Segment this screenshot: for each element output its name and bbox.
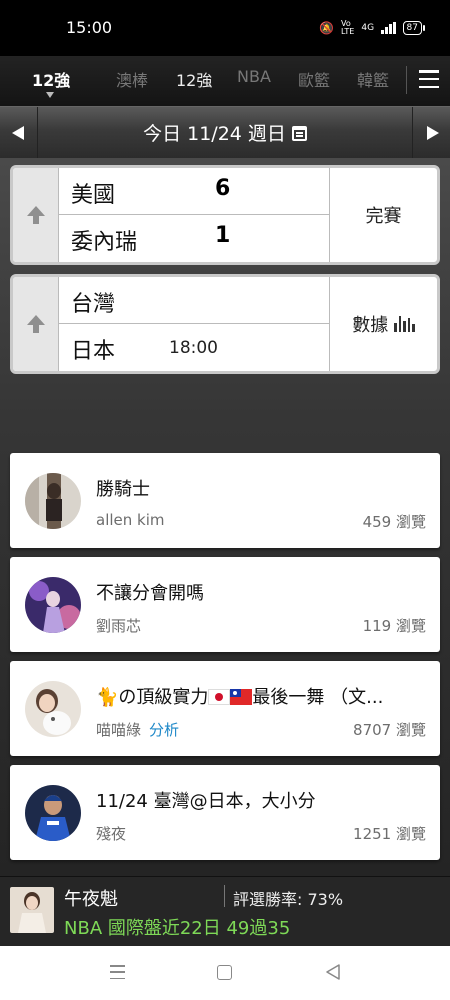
date-bar: 今日 11/24 週日 — [0, 106, 450, 159]
date-label: 今日 11/24 週日 — [143, 123, 286, 145]
system-nav-bar — [0, 946, 450, 1000]
tab-12-strong-pinned[interactable]: 12強 — [32, 67, 70, 91]
author-name: 喵喵綠 — [96, 721, 142, 739]
tab-euro-basketball[interactable]: 歐籃 — [298, 67, 330, 91]
article-author: 喵喵綠 分析 — [96, 719, 179, 740]
status-time: 15:00 — [66, 18, 113, 37]
arrow-up-icon — [26, 315, 46, 335]
team-row: 日本 18:00 — [59, 324, 329, 371]
avatar — [25, 473, 81, 529]
team-name: 委內瑞 — [71, 230, 138, 255]
game-status-label: 數據 — [352, 315, 389, 336]
prev-day-button[interactable] — [0, 107, 38, 159]
mute-icon: 🔕 — [319, 21, 335, 35]
team-name: 台灣 — [71, 292, 116, 317]
article-views: 1251 瀏覽 — [353, 825, 426, 843]
article-views: 119 瀏覽 — [362, 617, 426, 635]
bar-chart-icon — [394, 316, 415, 332]
arrow-left-icon — [12, 126, 24, 140]
volte-icon: Vo LTE — [341, 19, 355, 36]
article-author: 劉雨芯 — [96, 615, 141, 636]
article-author: 殘夜 — [96, 823, 126, 844]
expert-win-rate: 評選勝率: 73% — [233, 890, 344, 909]
team-row: 美國 6 — [59, 168, 329, 215]
team-name: 日本 — [71, 339, 116, 364]
author-name: allen kim — [96, 511, 165, 529]
date-selector[interactable]: 今日 11/24 週日 — [38, 119, 412, 146]
game-card[interactable]: 美國 6 委內瑞 1 完賽 — [10, 165, 440, 265]
recent-apps-icon[interactable] — [110, 965, 125, 979]
team-score: 1 — [215, 223, 231, 248]
home-icon[interactable] — [217, 965, 232, 980]
team-row: 委內瑞 1 — [59, 215, 329, 262]
network-icon: 4G — [361, 23, 375, 33]
article-title-suffix: 最後一舞 （文... — [252, 687, 384, 708]
tab-korea-basketball[interactable]: 韓籃 — [357, 67, 389, 91]
game-start-time: 18:00 — [169, 338, 218, 358]
game-status-label: 完賽 — [365, 206, 402, 227]
back-icon[interactable] — [325, 964, 341, 980]
status-bar: 15:00 🔕 Vo LTE 4G 87 — [0, 0, 450, 56]
pin-game-button[interactable] — [13, 277, 59, 371]
arrow-up-icon — [26, 206, 46, 226]
avatar — [25, 577, 81, 633]
article-item[interactable]: 不讓分會開嗎 劉雨芯 119 瀏覽 — [10, 557, 440, 652]
pin-game-button[interactable] — [13, 168, 59, 262]
article-item[interactable]: 勝騎士 allen kim 459 瀏覽 — [10, 453, 440, 548]
expert-promo-bar[interactable]: 午夜魁 評選勝率: 73% NBA 國際盤近22日 49過35 — [0, 876, 450, 946]
tab-nba[interactable]: NBA — [237, 67, 271, 86]
team-score: 6 — [215, 176, 231, 201]
author-name: 劉雨芯 — [96, 617, 142, 635]
tab-aus-baseball[interactable]: 澳棒 — [116, 67, 148, 91]
league-tab-bar: 12強 澳棒 12強 NBA 歐籃 韓籃 — [0, 56, 450, 106]
article-author: allen kim — [96, 511, 165, 529]
next-day-button[interactable] — [412, 107, 450, 159]
expert-name: 午夜魁 — [64, 889, 118, 910]
menu-button[interactable] — [419, 68, 439, 90]
article-title-prefix: の頂級實力 — [118, 687, 209, 708]
battery-icon: 87 — [402, 21, 426, 35]
article-title: 11/24 臺灣@日本，大小分 — [96, 791, 316, 812]
article-title: 🐈の頂級實力 最後一舞 （文... — [96, 683, 426, 709]
article-item[interactable]: 11/24 臺灣@日本，大小分 殘夜 1251 瀏覽 — [10, 765, 440, 860]
taiwan-flag-icon — [230, 689, 253, 705]
japan-flag-icon — [208, 689, 231, 705]
divider — [224, 885, 225, 907]
status-icons: 🔕 Vo LTE 4G 87 — [319, 19, 426, 36]
signal-icon — [381, 22, 396, 34]
tab-12-strong[interactable]: 12強 — [176, 67, 212, 91]
game-stats-button[interactable]: 數據 — [329, 277, 437, 371]
expert-record: NBA 國際盤近22日 49過35 — [64, 918, 291, 939]
article-views: 459 瀏覽 — [362, 513, 426, 531]
article-views: 8707 瀏覽 — [353, 721, 426, 739]
article-title: 不讓分會開嗎 — [96, 583, 204, 604]
calendar-icon — [291, 126, 307, 141]
cat-icon: 🐈 — [96, 687, 119, 708]
article-item[interactable]: 🐈の頂級實力 最後一舞 （文... 喵喵綠 分析 8707 瀏覽 — [10, 661, 440, 756]
caret-down-icon[interactable] — [46, 92, 54, 98]
avatar — [25, 681, 81, 737]
avatar — [10, 887, 54, 933]
author-name: 殘夜 — [96, 825, 127, 843]
team-row: 台灣 — [59, 277, 329, 324]
article-tag[interactable]: 分析 — [149, 721, 179, 739]
tab-divider — [406, 66, 407, 94]
game-card[interactable]: 台灣 日本 18:00 數據 — [10, 274, 440, 374]
game-status-button[interactable]: 完賽 — [329, 168, 437, 262]
team-name: 美國 — [71, 183, 116, 208]
article-title: 勝騎士 — [96, 479, 150, 500]
avatar — [25, 785, 81, 841]
arrow-right-icon — [427, 126, 439, 140]
